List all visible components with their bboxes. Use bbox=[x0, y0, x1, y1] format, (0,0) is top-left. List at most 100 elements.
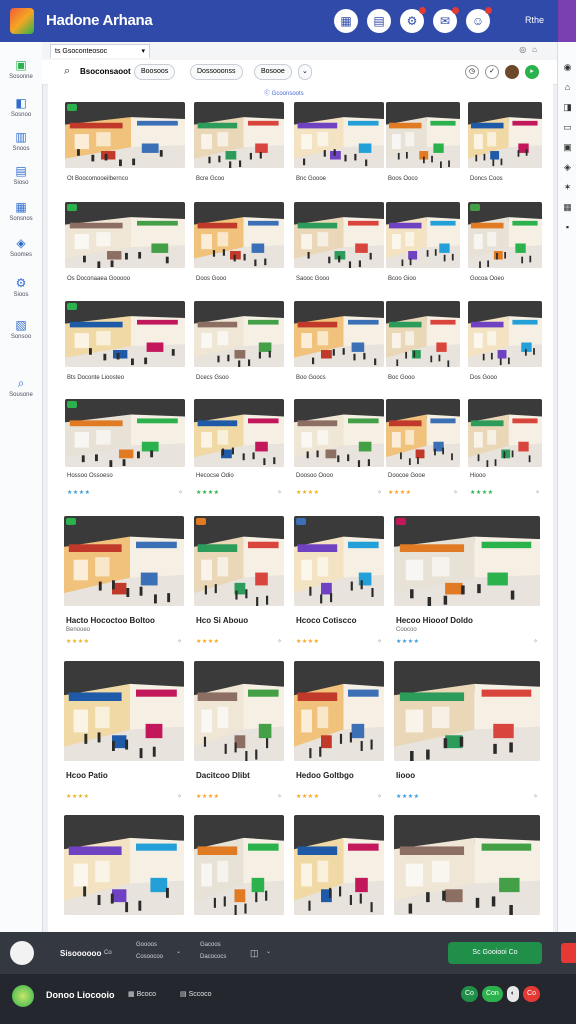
chevron-down-icon[interactable]: ⌄ bbox=[176, 948, 181, 955]
store-card[interactable]: Dacitcoo Dlibt ★★★★ ✧ bbox=[194, 661, 284, 809]
store-thumbnail[interactable] bbox=[468, 301, 542, 367]
store-card[interactable]: Dos Gooo bbox=[468, 301, 542, 393]
avatar[interactable] bbox=[505, 65, 519, 79]
store-card[interactable]: Boo Goocs bbox=[294, 301, 384, 393]
store-thumbnail[interactable] bbox=[194, 815, 284, 915]
sidebar-item[interactable]: ▥ Snoos bbox=[0, 130, 42, 152]
bookmark-icon[interactable]: ✧ bbox=[177, 793, 182, 800]
chevron-down-icon[interactable]: ▾ bbox=[141, 45, 145, 59]
link-icon[interactable]: ⌂ bbox=[562, 82, 573, 93]
sidebar-item[interactable]: ▦ Sonsnos bbox=[0, 200, 42, 222]
tab-active[interactable]: ts Gsoconteosoc ▾ bbox=[50, 44, 150, 58]
store-thumbnail[interactable] bbox=[468, 399, 542, 467]
store-thumbnail[interactable] bbox=[65, 301, 185, 367]
store-thumbnail[interactable] bbox=[194, 301, 284, 367]
store-card[interactable]: Hiooo ★★★★ ✧ bbox=[468, 399, 542, 505]
store-card[interactable]: Doocoe Gooe ★★★★ ✧ bbox=[386, 399, 460, 505]
store-card[interactable]: Bts Doconte Lioosteo bbox=[65, 301, 185, 393]
store-thumbnail[interactable] bbox=[194, 399, 284, 467]
sidebar-item[interactable]: ⌕ Sousone bbox=[0, 376, 42, 398]
store-card[interactable]: Saooc Gooo bbox=[294, 202, 384, 294]
store-thumbnail[interactable] bbox=[64, 815, 184, 915]
store-thumbnail[interactable] bbox=[294, 815, 384, 915]
sidebar-item[interactable]: ◧ Sosnoo bbox=[0, 96, 42, 118]
user-icon[interactable]: ☺ bbox=[466, 7, 492, 33]
chevron-down-icon[interactable]: ⌄ bbox=[266, 948, 271, 955]
store-card[interactable]: Hecocse Odio ★★★★ ✧ bbox=[194, 399, 284, 505]
store-thumbnail[interactable] bbox=[294, 661, 384, 761]
content-hint[interactable]: Ⓒ Gcoonsoots bbox=[264, 88, 304, 97]
store-card[interactable]: Hcoco Cotiscco ★★★★ ✧ bbox=[294, 516, 384, 654]
bookmark-icon[interactable]: ✧ bbox=[277, 793, 282, 800]
store-thumbnail[interactable] bbox=[194, 202, 284, 268]
store-icon[interactable]: ▤ bbox=[367, 9, 391, 33]
bookmark-icon[interactable]: ✧ bbox=[453, 489, 458, 496]
store-thumbnail[interactable] bbox=[394, 516, 540, 606]
sidebar-item[interactable]: ▧ Sonsoo bbox=[0, 318, 42, 340]
store-card[interactable]: Hacto Hococtoo Boltoo Benooeo ★★★★ ✧ bbox=[64, 516, 184, 654]
search-icon[interactable]: ⌕ bbox=[64, 65, 70, 78]
footer-action[interactable]: ◐ bbox=[506, 986, 520, 1002]
footer-action[interactable]: Co bbox=[523, 986, 540, 1002]
bookmark-icon[interactable]: ✧ bbox=[377, 489, 382, 496]
bookmark-icon[interactable]: ✧ bbox=[377, 638, 382, 645]
store-card[interactable]: Hedoo Goltbgo ★★★★ ✧ bbox=[294, 661, 384, 809]
clock-icon[interactable]: ◷ bbox=[465, 65, 479, 79]
store-card[interactable]: Iiooo ★★★★ ✧ bbox=[394, 661, 540, 809]
store-card[interactable]: Ot Boocomooeilbernco bbox=[65, 102, 185, 194]
store-card[interactable] bbox=[64, 815, 184, 919]
grid-icon[interactable]: ▦ bbox=[334, 9, 358, 33]
store-card[interactable]: Hecoo Hiooof Doldo Coocoo ★★★★ ✧ bbox=[394, 516, 540, 654]
bookmark-icon[interactable]: ✧ bbox=[377, 793, 382, 800]
search-label[interactable]: Bsoconsaoot bbox=[80, 67, 131, 76]
chat-icon[interactable]: ▭ bbox=[562, 122, 573, 133]
store-thumbnail[interactable] bbox=[468, 102, 542, 168]
footer-item[interactable]: ▤ Sccoco bbox=[180, 990, 212, 998]
store-thumbnail[interactable] bbox=[64, 516, 184, 606]
store-card[interactable]: Dcecs Gsoo bbox=[194, 301, 284, 393]
store-thumbnail[interactable] bbox=[386, 202, 460, 268]
store-thumbnail[interactable] bbox=[394, 815, 540, 915]
sidebar-item[interactable]: ◈ Soomes bbox=[0, 236, 42, 258]
top-right-label[interactable]: Rthe bbox=[525, 15, 544, 25]
bookmark-icon[interactable]: ✧ bbox=[533, 638, 538, 645]
store-card[interactable] bbox=[194, 815, 284, 919]
store-thumbnail[interactable] bbox=[386, 102, 460, 168]
bookmark-icon[interactable]: ✧ bbox=[277, 638, 282, 645]
store-card[interactable]: Gocoa Ooeo bbox=[468, 202, 542, 294]
bookmark-icon[interactable]: ✧ bbox=[535, 489, 540, 496]
panel-toggle[interactable] bbox=[561, 943, 576, 963]
check-icon[interactable]: ✓ bbox=[485, 65, 499, 79]
store-thumbnail[interactable] bbox=[294, 102, 384, 168]
filter-chip[interactable]: Dossooonss bbox=[190, 64, 243, 80]
store-card[interactable]: Hco Si Abouo ★★★★ ✧ bbox=[194, 516, 284, 654]
store-card[interactable]: Bnc Goooe bbox=[294, 102, 384, 194]
bell-icon[interactable]: ✉ bbox=[433, 7, 459, 33]
comment-icon[interactable]: ◨ bbox=[562, 102, 573, 113]
store-card[interactable]: Bcoo Gioo bbox=[386, 202, 460, 294]
window-controls[interactable]: ◎⌂ bbox=[519, 45, 543, 54]
play-icon[interactable]: ▸ bbox=[525, 65, 539, 79]
store-card[interactable]: Boc Gooo bbox=[386, 301, 460, 393]
store-thumbnail[interactable] bbox=[468, 202, 542, 268]
filter-chip[interactable]: Bosooe bbox=[254, 64, 292, 80]
grid-icon[interactable]: ▦ bbox=[562, 202, 573, 213]
bookmark-icon[interactable]: ✧ bbox=[177, 638, 182, 645]
store-card[interactable]: Hossoo Ossoeso ★★★★ ✧ bbox=[65, 399, 185, 505]
footer-logo[interactable] bbox=[12, 985, 34, 1007]
store-thumbnail[interactable] bbox=[194, 661, 284, 761]
store-thumbnail[interactable] bbox=[294, 301, 384, 367]
store-card[interactable]: Doos Gooo bbox=[194, 202, 284, 294]
store-card[interactable]: Doosoo Oooo ★★★★ ✧ bbox=[294, 399, 384, 505]
store-card[interactable]: Doncs Coos bbox=[468, 102, 542, 194]
panel-toggle[interactable] bbox=[558, 0, 576, 42]
store-card[interactable]: Os Doconaaea Gooooo bbox=[65, 202, 185, 294]
store-thumbnail[interactable] bbox=[294, 516, 384, 606]
store-thumbnail[interactable] bbox=[386, 301, 460, 367]
store-thumbnail[interactable] bbox=[194, 516, 284, 606]
footer-action[interactable]: Con bbox=[481, 986, 503, 1002]
folder-icon[interactable]: ▣ bbox=[562, 142, 573, 153]
bookmark-icon[interactable]: ✧ bbox=[178, 489, 183, 496]
sidebar-item[interactable]: ▤ Sioso bbox=[0, 164, 42, 186]
store-thumbnail[interactable] bbox=[65, 102, 185, 168]
